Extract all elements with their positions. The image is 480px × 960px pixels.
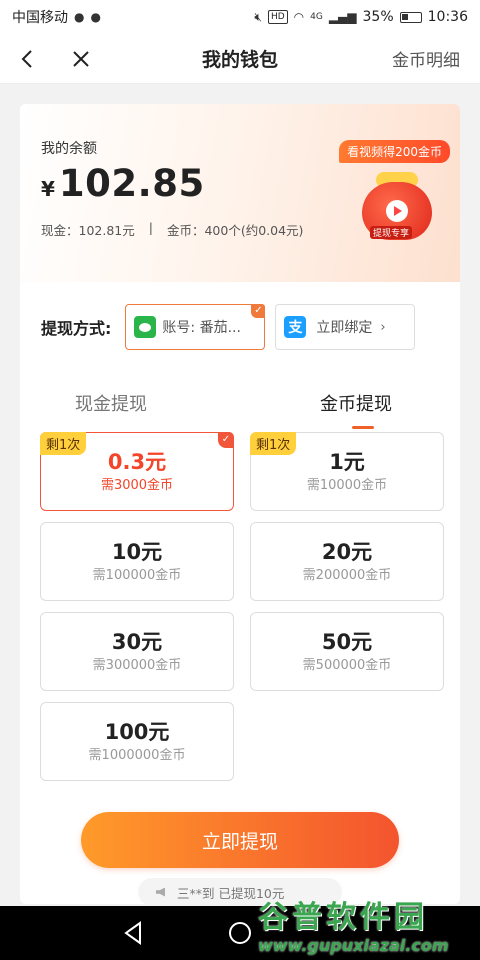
alipay-bind-text: 立即绑定 bbox=[316, 320, 373, 336]
withdraw-option-1[interactable]: 剩1次 1元 需10000金币 bbox=[250, 432, 444, 511]
wechat-icon bbox=[134, 316, 157, 338]
watch-video-promo[interactable]: 看视频得200金币 bbox=[339, 140, 450, 163]
withdraw-option-50[interactable]: 50元 需500000金币 bbox=[250, 612, 444, 691]
chevron-right-icon: › bbox=[380, 319, 386, 335]
option-requirement: 需100000金币 bbox=[92, 567, 182, 583]
selected-check-icon: ✓ bbox=[251, 304, 266, 318]
close-icon bbox=[73, 51, 89, 67]
bag-label: 提现专享 bbox=[370, 226, 413, 239]
option-amount: 30元 bbox=[111, 629, 163, 654]
close-button[interactable] bbox=[66, 44, 96, 74]
network-type: 4G bbox=[310, 12, 323, 22]
wechat-notification-icon: ● bbox=[74, 10, 85, 24]
chevron-left-icon bbox=[21, 50, 32, 68]
wechat-account-option[interactable]: 账号: 番茄... ✓ bbox=[125, 304, 266, 350]
detail-separator: | bbox=[148, 220, 153, 235]
option-amount: 20元 bbox=[321, 539, 373, 564]
option-requirement: 需300000金币 bbox=[92, 657, 182, 673]
system-home-icon[interactable] bbox=[227, 920, 253, 946]
option-amount: 100元 bbox=[104, 719, 170, 744]
withdraw-options-grid: 剩1次 ✓ 0.3元 需3000金币 剩1次 1元 需10000金币 10元 需… bbox=[40, 432, 444, 781]
cash-balance: 现金：102.81元 bbox=[41, 223, 135, 238]
currency-symbol: ¥ bbox=[41, 177, 55, 201]
option-requirement: 需3000金币 bbox=[100, 477, 174, 493]
tab-cash-withdraw[interactable]: 现金提现 bbox=[75, 390, 147, 416]
tab-coin-withdraw[interactable]: 金币提现 bbox=[320, 390, 392, 416]
withdraw-option-0-3[interactable]: 剩1次 ✓ 0.3元 需3000金币 bbox=[40, 432, 234, 511]
wifi-icon: ◠ bbox=[293, 10, 305, 24]
battery-percent: 35% bbox=[362, 9, 394, 25]
option-requirement: 需10000金币 bbox=[306, 477, 388, 493]
balance-panel: 我的余额 ¥ 102.85 现金：102.81元 | 金币：400个(约0.04… bbox=[20, 104, 460, 282]
play-icon bbox=[386, 200, 408, 222]
balance-amount: ¥ 102.85 bbox=[41, 162, 205, 205]
active-tab-indicator bbox=[352, 426, 374, 429]
withdraw-method-label: 提现方式: bbox=[41, 319, 112, 338]
battery-icon bbox=[399, 11, 422, 23]
withdraw-method-row: 提现方式: 账号: 番茄... ✓ 支 立即绑定 › bbox=[41, 303, 460, 351]
selected-check-icon: ✓ bbox=[218, 432, 234, 448]
system-back-icon[interactable] bbox=[120, 920, 146, 946]
red-packet-bag-icon[interactable]: 提现专享 bbox=[358, 166, 436, 244]
balance-label: 我的余额 bbox=[41, 141, 97, 157]
balance-value: 102.85 bbox=[58, 162, 205, 205]
mute-icon: 🔇︎ bbox=[254, 9, 262, 24]
option-requirement: 需500000金币 bbox=[302, 657, 392, 673]
withdraw-option-100[interactable]: 100元 需1000000金币 bbox=[40, 702, 234, 781]
coin-balance: 金币：400个(约0.04元) bbox=[166, 223, 304, 238]
remaining-tag: 剩1次 bbox=[40, 432, 87, 455]
balance-detail: 现金：102.81元 | 金币：400个(约0.04元) bbox=[41, 220, 303, 239]
withdraw-option-30[interactable]: 30元 需300000金币 bbox=[40, 612, 234, 691]
withdraw-now-button[interactable]: 立即提现 bbox=[81, 812, 399, 868]
speaker-icon bbox=[156, 887, 165, 897]
withdraw-tabs: 现金提现 金币提现 bbox=[20, 384, 460, 432]
carrier-label: 中国移动 bbox=[12, 10, 68, 26]
withdraw-option-10[interactable]: 10元 需100000金币 bbox=[40, 522, 234, 601]
option-amount: 50元 bbox=[321, 629, 373, 654]
option-requirement: 需1000000金币 bbox=[88, 747, 186, 763]
option-amount: 1元 bbox=[329, 449, 365, 474]
nav-bar: 我的钱包 金币明细 bbox=[0, 34, 480, 84]
site-watermark: 谷普软件园 www.gupuxiazai.com bbox=[258, 892, 472, 956]
back-button[interactable] bbox=[12, 44, 42, 74]
alipay-icon: 支 bbox=[284, 316, 307, 338]
option-requirement: 需200000金币 bbox=[302, 567, 392, 583]
alipay-bind-option[interactable]: 支 立即绑定 › bbox=[275, 304, 416, 350]
withdraw-option-20[interactable]: 20元 需200000金币 bbox=[250, 522, 444, 601]
signal-icon: ▂▄▆ bbox=[328, 10, 357, 24]
option-amount: 0.3元 bbox=[107, 449, 167, 474]
message-notification-icon: ● bbox=[90, 10, 101, 24]
wechat-account-text: 账号: 番茄... bbox=[162, 320, 241, 336]
hd-icon: HD bbox=[267, 10, 288, 24]
coin-detail-link[interactable]: 金币明细 bbox=[392, 46, 460, 71]
clock: 10:36 bbox=[427, 9, 468, 25]
option-amount: 10元 bbox=[111, 539, 163, 564]
wallet-card: 我的余额 ¥ 102.85 现金：102.81元 | 金币：400个(约0.04… bbox=[20, 104, 460, 904]
watermark-title: 谷普软件园 bbox=[258, 900, 428, 935]
remaining-tag: 剩1次 bbox=[250, 432, 297, 455]
watermark-url: www.gupuxiazai.com bbox=[258, 936, 449, 955]
status-bar: 中国移动 ● ● 🔇︎ HD ◠ 4G ▂▄▆ 35% 10:36 bbox=[0, 0, 480, 34]
